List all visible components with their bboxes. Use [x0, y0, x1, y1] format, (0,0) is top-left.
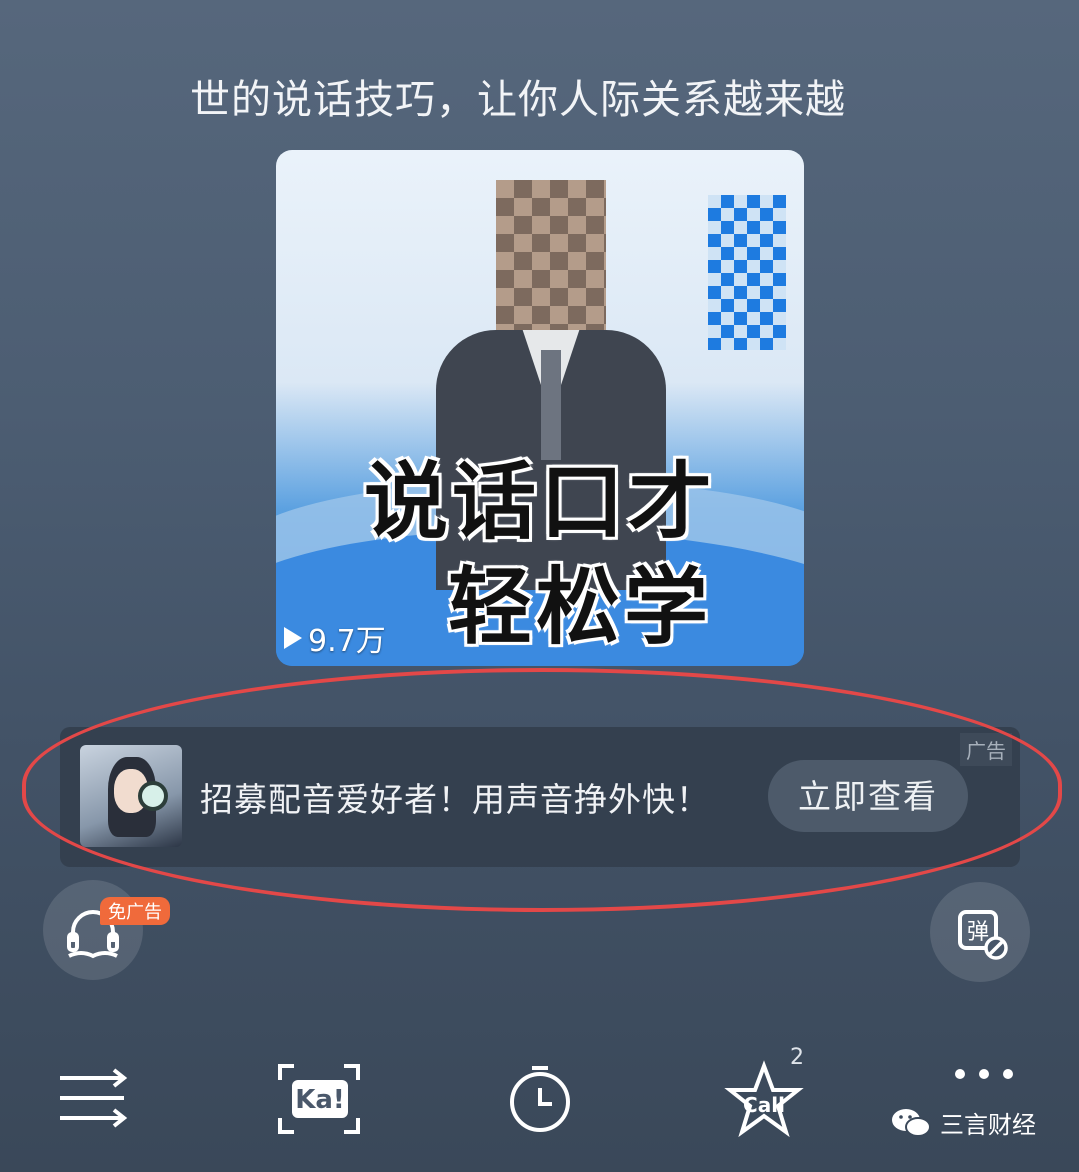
call-star-icon: Call — [724, 1060, 804, 1138]
cover-title-line1: 说话口才 — [363, 453, 716, 551]
sleep-timer-button[interactable] — [502, 1060, 582, 1140]
ad-label: 广告 — [960, 733, 1012, 766]
danmu-toggle-button[interactable]: 弹 — [930, 882, 1030, 982]
ad-banner[interactable]: 广告 招募配音爱好者！用声音挣外快！ 立即查看 — [60, 727, 1020, 867]
timer-icon — [510, 1066, 570, 1132]
headphone-book-icon — [67, 910, 119, 959]
wechat-icon — [892, 1108, 931, 1137]
no-ads-badge: 免广告 — [100, 897, 170, 925]
svg-text:弹: 弹 — [967, 920, 989, 945]
listen-book-button[interactable] — [43, 880, 143, 980]
watermark: 三言财经 — [890, 1105, 1036, 1140]
call-count-badge: 2 — [790, 1045, 804, 1070]
svg-text:Call: Call — [743, 1093, 785, 1117]
ka-recognize-icon: Ka! — [278, 1064, 360, 1134]
ad-view-button[interactable]: 立即查看 — [768, 760, 968, 832]
playlist-button[interactable] — [60, 1060, 140, 1140]
ad-thumbnail[interactable] — [80, 745, 182, 847]
headphone-icon — [138, 781, 168, 811]
track-title: 世的说话技巧，让你人际关系越来越 — [190, 77, 846, 123]
danmu-off-icon: 弹 — [958, 910, 1008, 960]
pixelated-face — [496, 180, 606, 330]
watermark-text: 三言财经 — [940, 1111, 1036, 1139]
album-cover[interactable]: 说话口才 轻松学 9.7万 — [276, 150, 804, 666]
playlist-icon — [60, 1068, 128, 1128]
play-count-value: 9.7万 — [308, 624, 386, 659]
call-button[interactable]: Call — [724, 1060, 804, 1140]
ad-text[interactable]: 招募配音爱好者！用声音挣外快！ — [200, 773, 710, 821]
pixelated-logo — [708, 195, 786, 350]
play-icon — [284, 627, 302, 649]
play-count: 9.7万 — [284, 616, 386, 660]
cover-title-line2: 轻松学 — [447, 558, 712, 656]
svg-text:Ka!: Ka! — [295, 1085, 345, 1115]
ka-recognize-button[interactable]: Ka! — [276, 1060, 360, 1140]
